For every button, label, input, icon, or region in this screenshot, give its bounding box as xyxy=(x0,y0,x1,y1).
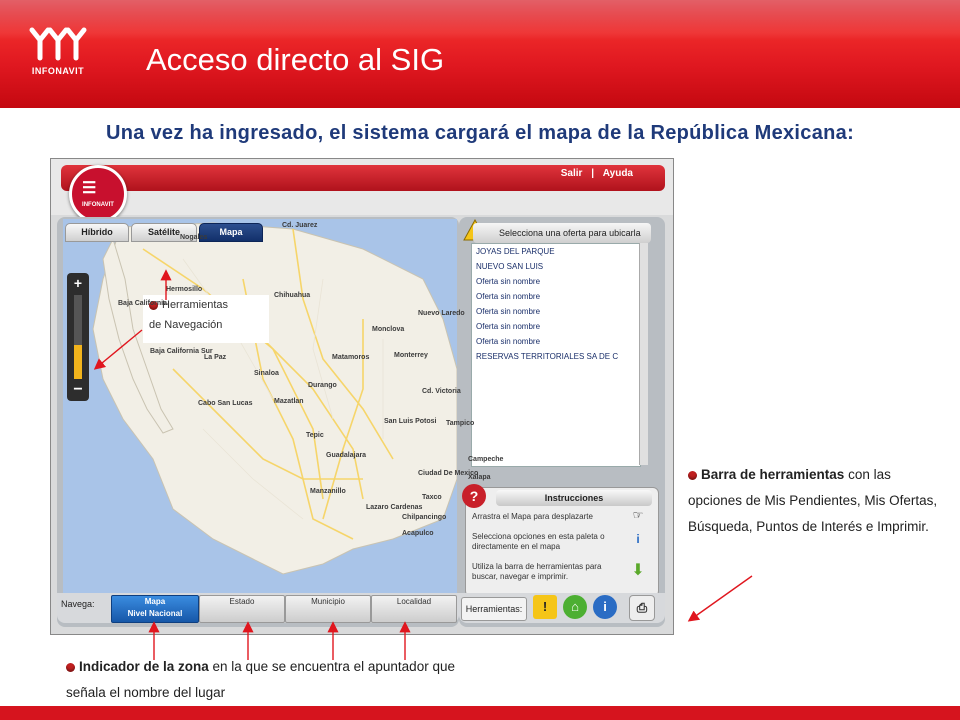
nav-step-mapa[interactable]: Mapa Nivel Nacional xyxy=(111,595,199,623)
slide-subtitle: Una vez ha ingresado, el sistema cargará… xyxy=(105,122,855,144)
sig-app-screenshot: Salir | Ayuda ☰ INFONAVIT Híbrido Satéli… xyxy=(50,158,674,635)
ofertas-header: Selecciona una oferta para ubicarla xyxy=(473,223,651,243)
oferta-item[interactable]: JOYAS DEL PARQUE xyxy=(472,244,640,259)
zoom-out-button[interactable]: − xyxy=(67,381,89,399)
oferta-item[interactable]: RESERVAS TERRITORIALES SA DE C xyxy=(472,349,640,364)
zoom-level-fill xyxy=(74,345,82,379)
callout-line1: Herramientas xyxy=(162,299,229,311)
info-button[interactable]: i xyxy=(593,595,617,619)
banner-gloss xyxy=(0,0,960,40)
toolbar-description-bold: Barra de herramientas xyxy=(701,467,845,482)
ofertas-list[interactable]: JOYAS DEL PARQUE NUEVO SAN LUIS Oferta s… xyxy=(471,243,641,467)
logo-text: INFONAVIT xyxy=(31,66,85,76)
tab-hibrido[interactable]: Híbrido xyxy=(65,223,129,242)
zone-indicator-bold: Indicador de la zona xyxy=(79,659,209,674)
instrucciones-panel: ? Instrucciones Arrastra el Mapa para de… xyxy=(462,484,659,597)
oferta-item[interactable]: NUEVO SAN LUIS xyxy=(472,259,640,274)
oferta-item[interactable]: Oferta sin nombre xyxy=(472,274,640,289)
zoom-control[interactable]: + − xyxy=(67,273,89,401)
oferta-item[interactable]: Oferta sin nombre xyxy=(472,319,640,334)
app-top-links: Salir | Ayuda xyxy=(555,168,633,179)
infonavit-logo xyxy=(29,27,87,61)
footer-bar xyxy=(0,706,960,720)
app-logo-text: INFONAVIT xyxy=(82,202,114,208)
oferta-item[interactable]: Oferta sin nombre xyxy=(472,289,640,304)
header-banner xyxy=(0,0,960,108)
nav-step-estado[interactable]: Estado xyxy=(199,595,285,623)
navigation-callout: Herramientas de Navegación xyxy=(143,295,269,343)
down-arrow-icon: ⬇ xyxy=(631,562,645,579)
instrucciones-header: Instrucciones xyxy=(496,490,652,506)
navega-label: Navega: xyxy=(61,599,95,609)
zoom-in-button[interactable]: + xyxy=(67,275,89,291)
info-bubble-icon: i xyxy=(636,532,640,546)
instr-line-toolbar: Utiliza la barra de herramientas para bu… xyxy=(472,562,602,581)
herramientas-label: Herramientas: xyxy=(461,597,527,621)
sig-bullet-icon xyxy=(149,300,158,310)
app-header: Salir | Ayuda xyxy=(51,159,673,215)
tab-mapa[interactable]: Mapa xyxy=(199,223,263,242)
mexico-map xyxy=(92,222,457,575)
tab-satelite[interactable]: Satélite xyxy=(131,223,197,242)
toolbar-description: Barra de herramientas con las opciones d… xyxy=(688,462,938,540)
nav-step-sub: Nivel Nacional xyxy=(127,609,183,618)
map-canvas[interactable] xyxy=(63,219,457,597)
app-logo: ☰ INFONAVIT xyxy=(69,165,127,223)
print-button[interactable]: ⎙ xyxy=(629,595,655,621)
ofertas-scrollbar[interactable] xyxy=(639,243,648,465)
instr-line-select: Selecciona opciones en esta paleta o dir… xyxy=(472,532,605,551)
zone-indicator-description: Indicador de la zona en la que se encuen… xyxy=(66,654,486,706)
app-logo-icon: ☰ xyxy=(82,180,97,197)
nav-step-municipio[interactable]: Municipio xyxy=(285,595,371,623)
oferta-item[interactable]: Oferta sin nombre xyxy=(472,334,640,349)
salir-link[interactable]: Salir xyxy=(561,168,583,179)
hand-icon: ☞ xyxy=(632,508,644,522)
sig-bullet-icon xyxy=(688,470,697,480)
nav-step-label: Mapa xyxy=(144,597,166,606)
arrow-to-toolbar xyxy=(687,575,753,622)
oferta-item[interactable]: Oferta sin nombre xyxy=(472,304,640,319)
sig-bullet-icon xyxy=(66,662,75,672)
question-icon: ? xyxy=(462,484,486,508)
ayuda-link[interactable]: Ayuda xyxy=(603,168,633,179)
callout-line2: de Navegación xyxy=(149,319,223,331)
link-separator: | xyxy=(591,168,595,179)
nav-step-localidad[interactable]: Localidad xyxy=(371,595,457,623)
slide-title: Acceso directo al SIG xyxy=(146,42,445,77)
home-button[interactable]: ⌂ xyxy=(563,595,587,619)
pendientes-warning-button[interactable]: ! xyxy=(533,595,557,619)
instr-line-drag: Arrastra el Mapa para desplazarte xyxy=(472,512,593,521)
